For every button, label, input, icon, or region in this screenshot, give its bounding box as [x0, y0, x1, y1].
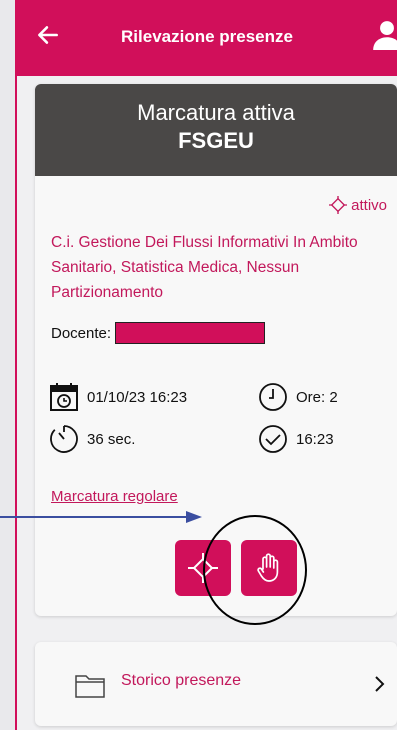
check-time-value: 16:23 [296, 430, 334, 448]
clock-icon [259, 383, 287, 411]
status-badge: attivo [329, 196, 387, 214]
annotation-line [0, 516, 188, 518]
course-code: FSGEU [178, 128, 254, 153]
calendar-clock-icon [50, 383, 78, 411]
teacher-label: Docente: [51, 324, 112, 342]
top-app-bar: Rilevazione presenze [17, 0, 397, 76]
page-title: Rilevazione presenze [121, 27, 293, 46]
card-title: Marcatura attiva [137, 100, 295, 125]
status-label: attivo [351, 196, 387, 214]
teacher-row: Docente: [51, 322, 266, 344]
marcatura-regolare-link[interactable]: Marcatura regolare [51, 488, 178, 505]
card-header: Marcatura attiva FSGEU [35, 84, 397, 176]
date-value: 01/10/23 16:23 [87, 388, 188, 406]
hours-value: Ore: 2 [296, 388, 338, 406]
folder-icon [75, 675, 105, 698]
duration-info: 36 sec. [49, 424, 135, 454]
hours-info: Ore: 2 [258, 382, 338, 412]
check-info: 16:23 [258, 424, 334, 454]
check-circle-icon [259, 425, 287, 453]
crosshair-icon [329, 196, 348, 214]
user-icon[interactable] [373, 20, 397, 50]
duration-value: 36 sec. [87, 430, 136, 448]
chevron-right-icon [375, 676, 385, 692]
app-frame: Rilevazione presenze Marcatura attiva FS… [17, 0, 397, 730]
storico-presenze-row[interactable]: Storico presenze [35, 642, 397, 726]
timer-icon [50, 425, 78, 453]
annotation-arrowhead-icon [186, 511, 202, 523]
storico-label: Storico presenze [121, 672, 242, 689]
date-info: 01/10/23 16:23 [49, 382, 187, 412]
annotation-circle [203, 515, 307, 625]
course-name: C.i. Gestione Dei Flussi Informativi In … [51, 234, 358, 301]
redacted-teacher-name [115, 322, 266, 344]
